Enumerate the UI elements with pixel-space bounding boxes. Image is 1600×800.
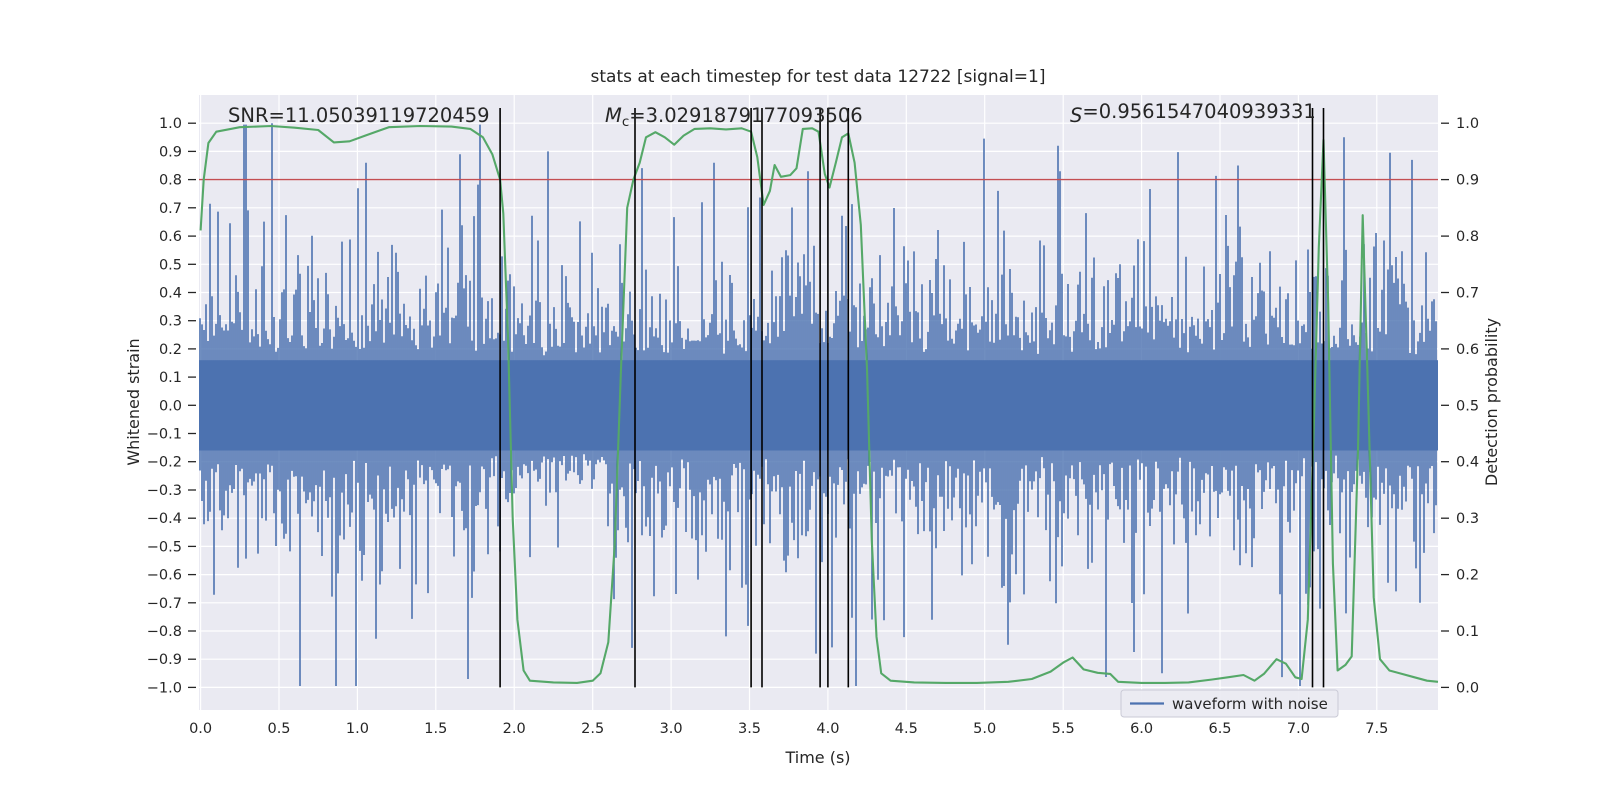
y-left-tick-label: −0.4 xyxy=(147,511,182,527)
legend-label: waveform with noise xyxy=(1172,695,1328,713)
y-left-tick-label: −0.2 xyxy=(147,455,182,471)
y-left-tick-label: −0.3 xyxy=(147,483,182,499)
y-left-tick-label: 0.9 xyxy=(159,144,182,160)
y-left-tick-label: −0.8 xyxy=(147,624,182,640)
x-tick-label: 3.0 xyxy=(660,721,683,737)
x-tick-label: 2.5 xyxy=(581,721,604,737)
y-right-tick-label: 0.8 xyxy=(1456,229,1479,245)
x-tick-label: 2.0 xyxy=(503,721,526,737)
x-axis-label: Time (s) xyxy=(784,748,850,767)
y-left-tick-label: −0.7 xyxy=(147,596,182,612)
annotation-snr: SNR=11.05039119720459 xyxy=(228,104,490,127)
y-left-tick-label: 0.6 xyxy=(159,229,182,245)
y-left-tick-label: 0.7 xyxy=(159,201,182,217)
y-left-tick-label: −0.1 xyxy=(147,427,182,443)
y-left-tick-label: 0.4 xyxy=(159,286,182,302)
annotation-chirp-mass: Mc=3.0291879177093506 xyxy=(605,104,863,130)
y-right-tick-label: 0.1 xyxy=(1456,624,1479,640)
y-right-tick-label: 0.4 xyxy=(1456,455,1479,471)
x-tick-label: 5.0 xyxy=(973,721,996,737)
y-right-tick-label: 0.7 xyxy=(1456,286,1479,302)
y-left-tick-label: 0.5 xyxy=(159,257,182,273)
x-tick-label: 1.0 xyxy=(346,721,369,737)
legend: waveform with noise xyxy=(1120,689,1339,718)
y-left-tick-label: −1.0 xyxy=(147,680,182,696)
y-left-tick-label: 0.0 xyxy=(159,398,182,414)
x-tick-label: 7.5 xyxy=(1365,721,1388,737)
y-axis-label-left: Whitened strain xyxy=(124,338,143,465)
y-axis-label-right: Detection probability xyxy=(1482,318,1501,486)
y-left-tick-label: −0.6 xyxy=(147,568,182,584)
y-left-tick-label: −0.9 xyxy=(147,652,182,668)
x-tick-label: 1.5 xyxy=(424,721,447,737)
x-tick-label: 6.5 xyxy=(1208,721,1231,737)
y-left-tick-label: 0.2 xyxy=(159,342,182,358)
y-left-tick-label: 0.8 xyxy=(159,173,182,189)
x-tick-label: 0.0 xyxy=(189,721,212,737)
y-right-tick-label: 0.5 xyxy=(1456,398,1479,414)
annotation-significance: S=0.9561547040939331 xyxy=(1070,100,1316,127)
y-right-tick-label: 0.6 xyxy=(1456,342,1479,358)
chart-title: stats at each timestep for test data 127… xyxy=(591,67,1046,87)
y-right-tick-label: 0.2 xyxy=(1456,568,1479,584)
x-tick-label: 4.5 xyxy=(895,721,918,737)
y-left-tick-label: −0.5 xyxy=(147,539,182,555)
figure: SNR=11.05039119720459 Mc=3.02918791770935… xyxy=(0,0,1600,800)
y-left-tick-label: 1.0 xyxy=(159,116,182,132)
y-right-tick-label: 0.9 xyxy=(1456,173,1479,189)
y-right-tick-label: 0.3 xyxy=(1456,511,1479,527)
x-tick-label: 7.0 xyxy=(1287,721,1310,737)
x-tick-label: 3.5 xyxy=(738,721,761,737)
stats-chart: SNR=11.05039119720459 Mc=3.02918791770935… xyxy=(124,67,1501,767)
y-left-tick-label: 0.1 xyxy=(159,370,182,386)
y-right-tick-label: 0.0 xyxy=(1456,680,1479,696)
y-right-tick-label: 1.0 xyxy=(1456,116,1479,132)
x-tick-label: 5.5 xyxy=(1052,721,1075,737)
x-tick-label: 0.5 xyxy=(267,721,290,737)
y-left-tick-label: 0.3 xyxy=(159,314,182,330)
x-tick-label: 6.0 xyxy=(1130,721,1153,737)
x-tick-label: 4.0 xyxy=(816,721,839,737)
